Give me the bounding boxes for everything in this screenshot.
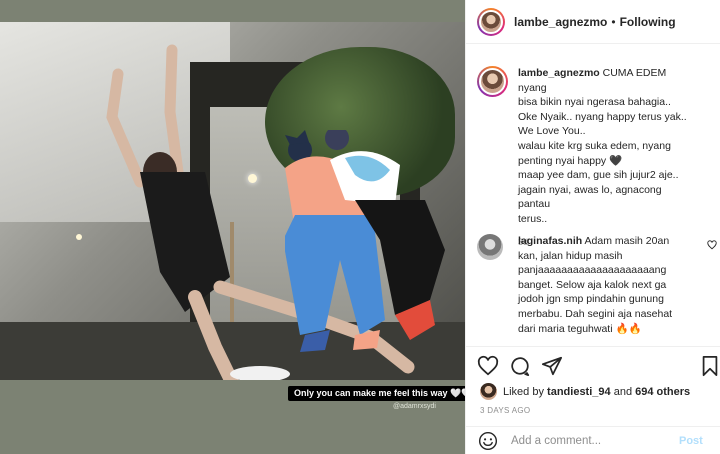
comment-line: banget. Selow aja kalok next ga [518,278,667,291]
liker-username[interactable]: tandiesti_94 [547,386,611,398]
caption-line: jagain nyai, awas lo, agnacong pantau [518,183,662,211]
comment-icon[interactable] [509,355,531,377]
following-button[interactable]: Following [620,15,676,29]
likes-count[interactable]: 694 others [635,386,690,398]
caption-line: We Love You.. [518,125,586,138]
comment-line: panjaaaaaaaaaaaaaaaaaaaang [518,264,667,277]
likes-middle: and [613,385,633,398]
post-date[interactable]: 3 DAYS AGO [480,406,530,415]
comment-line: dari maria teguhwati 🔥🔥 [518,322,642,335]
comment-line: kan, jalan hidup masih [518,249,623,262]
caption-line: bisa bikin nyai ngerasa bahagia.. [518,96,671,109]
smile-icon[interactable] [478,431,498,451]
comment-input[interactable] [511,434,671,447]
couple-illustration [285,130,445,352]
caption-avatar[interactable] [477,66,508,97]
caption-line: walau kite krg suka edem, nyang [518,139,671,152]
separator-dot: • [611,14,616,29]
commenter-username[interactable]: laginafas.nih [518,235,582,247]
comment-line: merbabu. Dah segini aja nasehat [518,307,673,320]
small-heart-icon[interactable] [707,240,717,250]
post-sidebar: lambe_agnezmo • Following lambe_agnezmo … [465,0,720,454]
author-avatar[interactable] [477,7,505,36]
caption-line: penting nyai happy 🖤 [518,154,623,167]
sticker-handle: @adamrxsydi [393,403,436,410]
post-header: lambe_agnezmo • Following [466,0,720,44]
add-comment-bar: Post [466,426,720,454]
comments-list[interactable]: lambe_agnezmo CUMA EDEM nyang bisa bikin… [466,58,720,348]
likes-summary[interactable]: Liked by tandiesti_94 and 694 others [480,383,715,400]
share-icon[interactable] [541,355,563,377]
comment-line: jodoh jgn smp pindahin gunung [518,293,664,306]
bookmark-icon[interactable] [699,355,720,377]
commenter-avatar[interactable] [477,234,503,260]
sticker-text: Only you can make me feel this way 🤍🤍 [288,386,465,401]
liker-avatar [480,383,497,400]
heart-icon[interactable] [477,355,499,377]
post-media[interactable]: Only you can make me feel this way 🤍🤍 @a… [0,0,465,454]
caption-line: maap yee dam, gue sih jujur2 aje.. [518,169,679,182]
caption-line: terus.. [518,212,548,225]
likes-prefix: Liked by [503,385,544,398]
caption-username[interactable]: lambe_agnezmo [518,67,600,79]
caption-line: Oke Nyaik.. nyang happy terus yak.. [518,110,687,123]
comment-line: Adam masih 20an [584,235,670,247]
post-button[interactable]: Post [679,435,703,447]
action-bar [466,346,720,382]
author-username[interactable]: lambe_agnezmo [514,15,607,29]
post-photo [0,22,465,380]
